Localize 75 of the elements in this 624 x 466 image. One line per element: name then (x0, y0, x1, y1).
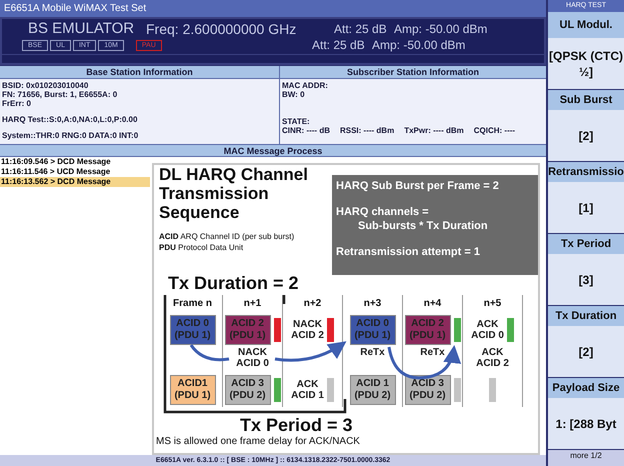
info-line: BW: 0 (282, 90, 306, 99)
softkey-label: UL Modul. (548, 12, 624, 38)
ack-note: ReTx (420, 347, 445, 358)
softkey-value: 1: [288 Byt (548, 398, 624, 449)
ack-note: ReTx (360, 347, 385, 358)
legend-line: ACID ARQ Channel ID (per sub burst) (159, 231, 296, 242)
message-item[interactable]: 11:16:13.562 > DCD Message (0, 177, 150, 187)
info-line: MAC ADDR: (282, 81, 329, 90)
channel-block: ACID 0 (PDU 1) (170, 315, 216, 345)
softkey-label: Sub Burst (548, 90, 624, 110)
softkey-value: [1] (548, 182, 624, 233)
att-label: Att: 25 dB (334, 21, 388, 38)
frame-label: n+1 (242, 297, 262, 311)
softkey-button[interactable]: Payload Size 1: [288 Byt (548, 378, 624, 449)
channel-block: ACID 3 (PDU 2) (404, 375, 450, 405)
info-line: System::THR:0 RNG:0 DATA:0 INT:0 (2, 131, 140, 140)
section-header: Base Station Information (0, 66, 279, 79)
softkey-value: [2] (548, 326, 624, 377)
softkey-label: Tx Duration (548, 306, 624, 326)
message-item[interactable]: 11:16:09.546 > DCD Message (0, 157, 150, 167)
ack-note: ACK ACID 1 (291, 379, 324, 401)
ack-note: NACK ACID 0 (236, 347, 269, 369)
slide-title: DL HARQ Channel Transmission Sequence (159, 165, 309, 222)
softkey-value: [3] (548, 254, 624, 305)
softkey-button[interactable]: Retransmissio [1] (548, 162, 624, 233)
info-text: Retransmission attempt = 1 (336, 245, 481, 259)
metric-label: CINR: ---- dB (282, 126, 330, 135)
softkey-value: [QPSK (CTC) ½] (548, 38, 624, 89)
ack-note: ACK ACID 0 (471, 319, 504, 341)
info-line: FrErr: 0 (2, 99, 32, 108)
channel-block: ACID 2 (PDU 1) (224, 315, 270, 345)
mode-label: BS EMULATOR (28, 18, 136, 39)
channel-block: ACID 2 (PDU 1) (404, 315, 450, 345)
period-label: Tx Period = 3 (239, 415, 354, 435)
softkey-button[interactable]: Sub Burst [2] (548, 90, 624, 161)
softkey-label: Payload Size (548, 378, 624, 398)
info-line: BSID: 0x010203010040 (2, 81, 90, 90)
channel-block: ACID1 (PDU 1) (170, 375, 216, 405)
section-header: Subscriber Station Information (280, 66, 546, 79)
frame-label: n+5 (482, 297, 502, 311)
ack-note: ACK ACID 2 (476, 347, 509, 369)
slide-note: MS is allowed one frame delay for ACK/NACK (155, 435, 361, 449)
frame-label: n+3 (362, 297, 382, 311)
section-header: MAC Message Process (0, 144, 546, 157)
info-text: HARQ channels = (336, 205, 430, 219)
metric-label: CQICH: ---- (474, 126, 516, 135)
legend-line: PDU Protocol Data Unit (159, 242, 244, 253)
att-label: Att: 25 dB (312, 37, 366, 54)
softkey-button[interactable]: UL Modul. [QPSK (CTC) ½] (548, 12, 624, 89)
channel-block: ACID 0 (PDU 1) (350, 315, 396, 345)
frame-label: n+2 (302, 297, 322, 311)
channel-block: ACID 3 (PDU 2) (224, 375, 270, 405)
info-text: HARQ Sub Burst per Frame = 2 (336, 179, 500, 193)
info-line: FN: 71656, Burst: 1, E6655A: 0 (2, 90, 118, 99)
softkey-button[interactable]: Tx Period [3] (548, 234, 624, 305)
softkey-label: Retransmissio (548, 162, 624, 182)
window-title: E6651A Mobile WiMAX Test Set (0, 0, 546, 17)
softkey-label: Tx Period (548, 234, 624, 254)
frequency-label: Freq: 2.600000000 GHz (146, 20, 298, 39)
amp-label: Amp: -50.00 dBm (394, 21, 488, 38)
amp-label: Amp: -50.00 dBm (372, 37, 466, 54)
info-text: Sub-bursts * Tx Duration (357, 219, 489, 233)
channel-block: ACID 1 (PDU 2) (350, 375, 396, 405)
softkey-value: [2] (548, 110, 624, 161)
metric-label: TxPwr: ---- dBm (404, 126, 464, 135)
metric-label: RSSI: ---- dBm (340, 126, 394, 135)
more-button[interactable]: more 1/2 (548, 450, 624, 466)
softkey-button[interactable]: Tx Duration [2] (548, 306, 624, 377)
info-line: STATE: (282, 117, 311, 126)
frame-label: n+4 (422, 297, 442, 311)
frame-label: Frame n (172, 297, 213, 311)
info-line: HARQ Test::S:0,A:0,NA:0,L:0,P:0.00 (2, 115, 138, 124)
ack-note: NACK ACID 2 (291, 319, 324, 341)
message-item[interactable]: 11:16:11.546 > UCD Message (0, 167, 150, 177)
duration-label: Tx Duration = 2 (167, 273, 300, 295)
